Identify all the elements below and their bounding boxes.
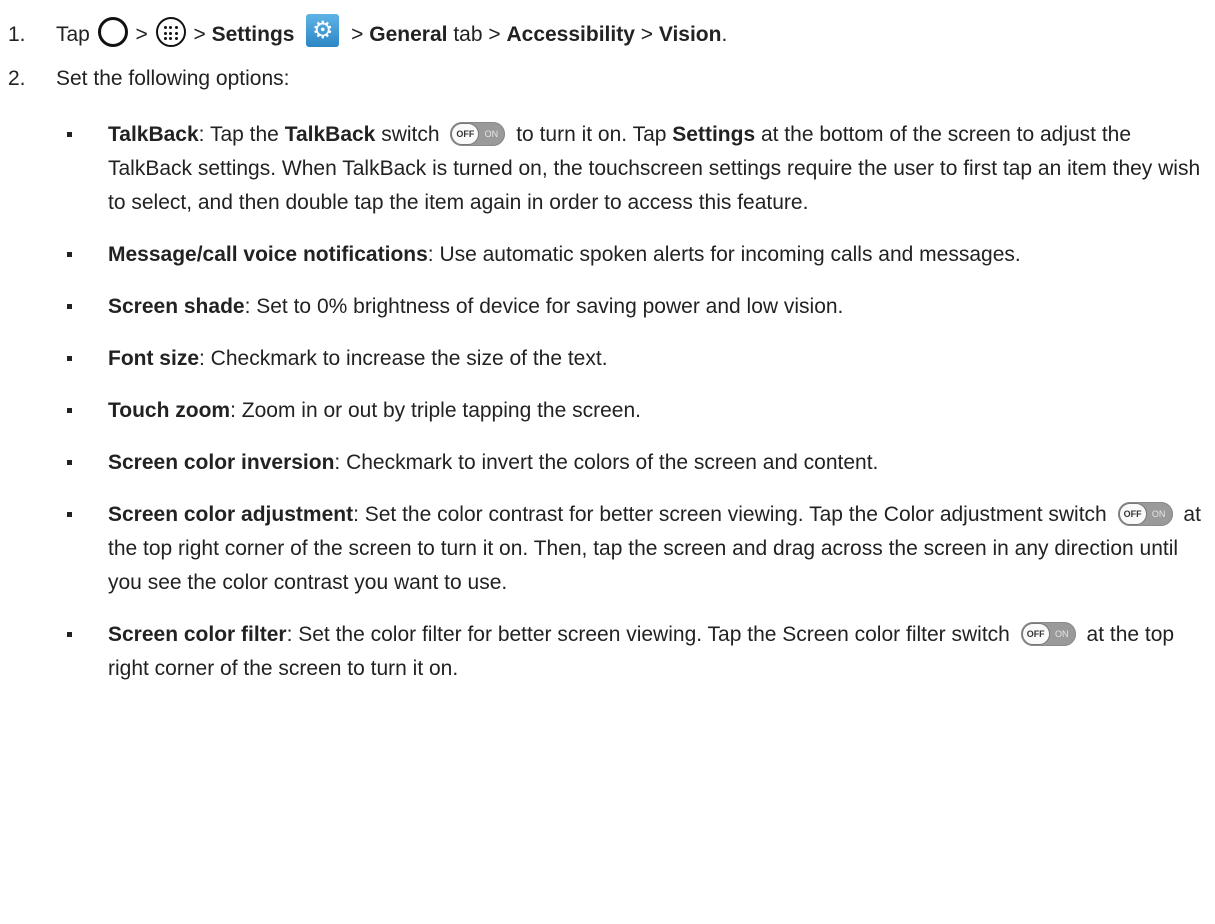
list-item-color-adjustment: Screen color adjustment: Set the color c…	[0, 498, 1215, 600]
bullet-icon	[67, 512, 72, 517]
bullet-icon	[67, 304, 72, 309]
bullet-icon	[67, 356, 72, 361]
bullet-icon	[67, 632, 72, 637]
step-2: 2. Set the following options:	[8, 62, 1198, 96]
options-list: TalkBack: Tap the TalkBack switch OFF ON …	[0, 118, 1215, 686]
list-item-font-size: Font size: Checkmark to increase the siz…	[0, 342, 1215, 376]
list-item-color-inversion: Screen color inversion: Checkmark to inv…	[0, 446, 1215, 480]
apps-icon	[155, 17, 186, 47]
list-item-talkback: TalkBack: Tap the TalkBack switch OFF ON …	[0, 118, 1215, 220]
off-on-switch-icon: OFF ON	[1020, 622, 1076, 646]
list-item-color-filter: Screen color filter: Set the color filte…	[0, 618, 1215, 686]
step-number: 1.	[8, 23, 26, 46]
step-1: 1. Tap > > Settings ⚙ > General tab > Acc…	[8, 14, 1198, 56]
bullet-icon	[67, 460, 72, 465]
document-page: 1. Tap > > Settings ⚙ > General tab > Acc…	[0, 0, 1215, 924]
step-number: 2.	[8, 67, 26, 90]
off-on-switch-icon: OFF ON	[450, 122, 506, 146]
list-item-voice-notifications: Message/call voice notifications: Use au…	[0, 238, 1215, 272]
settings-gear-icon: ⚙	[306, 14, 340, 47]
bullet-icon	[67, 132, 72, 137]
list-item-touch-zoom: Touch zoom: Zoom in or out by triple tap…	[0, 394, 1215, 428]
bullet-icon	[67, 252, 72, 257]
off-on-switch-icon: OFF ON	[1117, 502, 1173, 526]
bullet-icon	[67, 408, 72, 413]
home-circle-icon	[97, 17, 128, 47]
list-item-screen-shade: Screen shade: Set to 0% brightness of de…	[0, 290, 1215, 324]
